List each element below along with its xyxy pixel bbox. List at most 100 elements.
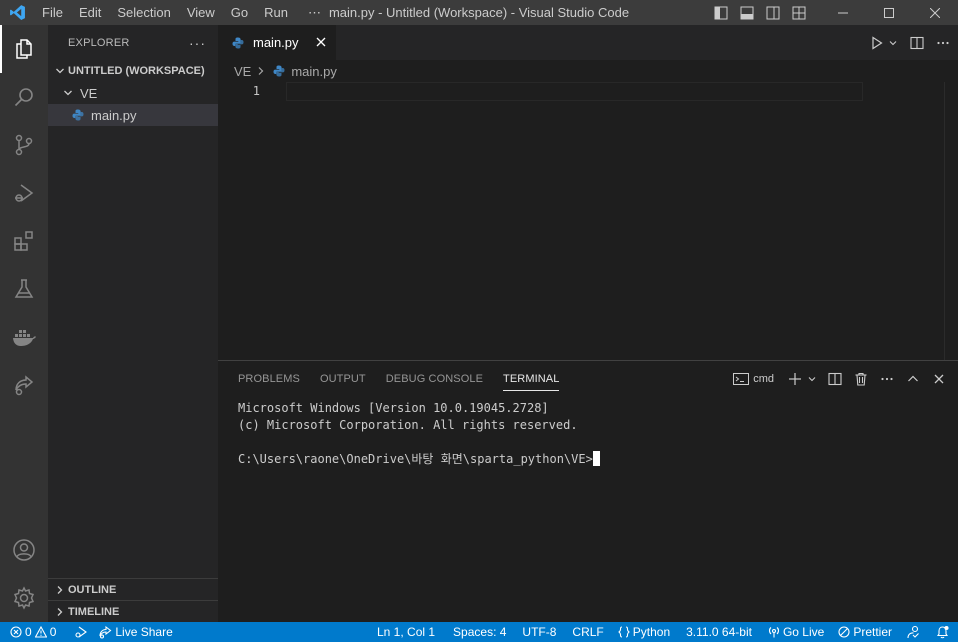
menu-bar: File Edit Selection View Go Run ⋯ [34,0,333,25]
terminal-output[interactable]: Microsoft Windows [Version 10.0.19045.27… [218,397,958,468]
prettier-disabled-icon [838,626,850,638]
breadcrumb-file[interactable]: main.py [291,64,337,79]
tab-main-py[interactable]: main.py [218,25,336,60]
split-editor-button[interactable] [910,32,924,54]
testing-icon[interactable] [0,265,48,313]
indentation-status[interactable]: Spaces: 4 [448,622,511,642]
toggle-secondary-sidebar-button[interactable] [760,0,786,25]
notifications-bell-icon[interactable] [931,622,954,642]
chevron-right-icon [52,579,68,601]
toggle-primary-sidebar-button[interactable] [708,0,734,25]
explorer-icon[interactable] [0,25,48,73]
breadcrumb: VE main.py [218,60,958,82]
warning-icon [34,626,47,638]
maximize-button[interactable] [866,0,912,25]
tab-terminal[interactable]: TERMINAL [495,361,567,397]
file-label: main.py [91,107,137,123]
editor-more-actions-button[interactable] [936,32,950,54]
python-file-icon [230,35,246,51]
file-main-py[interactable]: main.py [48,104,218,126]
language-mode[interactable]: Python [613,622,675,642]
menu-view[interactable]: View [179,0,223,25]
minimize-button[interactable] [820,0,866,25]
menu-selection[interactable]: Selection [109,0,178,25]
python-file-icon [70,107,86,123]
tab-problems[interactable]: PROBLEMS [230,361,308,397]
error-icon [10,626,22,638]
folder-ve[interactable]: VE [48,82,218,104]
terminal-prompt-line: C:\Users\raone\OneDrive\바탕 화면\sparta_pyt… [238,451,958,468]
bottom-panel: PROBLEMS OUTPUT DEBUG CONSOLE TERMINAL c… [218,360,958,622]
menu-go[interactable]: Go [223,0,256,25]
code-editor[interactable]: 1 [218,82,958,360]
prettier-label: Prettier [853,625,892,639]
explorer-more-actions-button[interactable]: ··· [189,35,206,51]
terminal-name: cmd [753,373,774,385]
eol-status[interactable]: CRLF [567,622,608,642]
go-live-label: Go Live [782,625,825,639]
vscode-logo-icon [0,0,34,25]
activity-bar [0,25,48,622]
run-options-chevron-icon[interactable] [888,32,898,54]
terminal-prompt: C:\Users\raone\OneDrive\바탕 화면\sparta_pyt… [238,452,593,466]
kill-terminal-trash-icon[interactable] [850,368,872,390]
live-share-icon[interactable] [0,361,48,409]
chevron-right-icon [52,601,68,623]
split-terminal-button[interactable] [824,368,846,390]
terminal-cursor [592,451,600,466]
run-debug-icon[interactable] [0,169,48,217]
menu-run[interactable]: Run [256,0,296,25]
chevron-down-icon [52,60,68,82]
breadcrumb-folder[interactable]: VE [234,64,251,79]
new-terminal-button[interactable] [784,368,806,390]
customize-layout-button[interactable] [786,0,812,25]
terminal-selector[interactable]: cmd [733,368,774,390]
error-count: 0 [25,625,32,639]
maximize-panel-chevron-up-icon[interactable] [902,368,924,390]
outline-section-header[interactable]: OUTLINE [48,578,218,600]
search-icon[interactable] [0,73,48,121]
explorer-sidebar: EXPLORER ··· UNTITLED (WORKSPACE) VE mai… [48,25,218,622]
tab-debug-console[interactable]: DEBUG CONSOLE [378,361,491,397]
manage-gear-icon[interactable] [0,574,48,622]
toggle-panel-button[interactable] [734,0,760,25]
run-python-file-button[interactable] [870,32,884,54]
go-live-button[interactable]: Go Live [763,622,829,642]
close-window-button[interactable] [912,0,958,25]
menu-file[interactable]: File [34,0,71,25]
prettier-status[interactable]: Prettier [833,622,897,642]
title-bar: File Edit Selection View Go Run ⋯ main.p… [0,0,958,25]
source-control-icon[interactable] [0,121,48,169]
account-icon[interactable] [0,526,48,574]
menu-more[interactable]: ⋯ [296,0,333,25]
python-interpreter[interactable]: 3.11.0 64-bit [681,622,757,642]
panel-more-actions-button[interactable] [876,368,898,390]
live-share-label: Live Share [115,625,173,639]
live-share-status[interactable]: Live Share [93,622,177,642]
terminal-line: (c) Microsoft Corporation. All rights re… [238,418,578,432]
terminal-line: Microsoft Windows [Version 10.0.19045.27… [238,401,549,415]
terminal-options-chevron-icon[interactable] [806,368,818,390]
python-file-icon [271,63,287,79]
warning-count: 0 [49,625,57,639]
problems-status[interactable]: 0 0 [0,622,61,642]
editor-scrollbar[interactable] [944,82,958,360]
timeline-section-header[interactable]: TIMELINE [48,600,218,622]
extensions-icon[interactable] [0,217,48,265]
docker-icon[interactable] [0,313,48,361]
close-icon[interactable] [314,35,328,49]
cursor-position[interactable]: Ln 1, Col 1 [372,622,440,642]
menu-edit[interactable]: Edit [71,0,109,25]
encoding-status[interactable]: UTF-8 [517,622,561,642]
workspace-section-header[interactable]: UNTITLED (WORKSPACE) [48,60,218,82]
feedback-icon[interactable] [901,622,925,642]
line-number: 1 [252,84,260,98]
debug-remote-icon[interactable] [69,622,93,642]
close-panel-icon[interactable] [928,368,950,390]
chevron-down-icon [60,82,76,104]
explorer-header: EXPLORER ··· [48,25,218,60]
tab-output[interactable]: OUTPUT [312,361,374,397]
panel-tab-bar: PROBLEMS OUTPUT DEBUG CONSOLE TERMINAL c… [218,361,958,397]
explorer-title: EXPLORER [68,36,130,49]
outline-label: OUTLINE [68,583,117,596]
